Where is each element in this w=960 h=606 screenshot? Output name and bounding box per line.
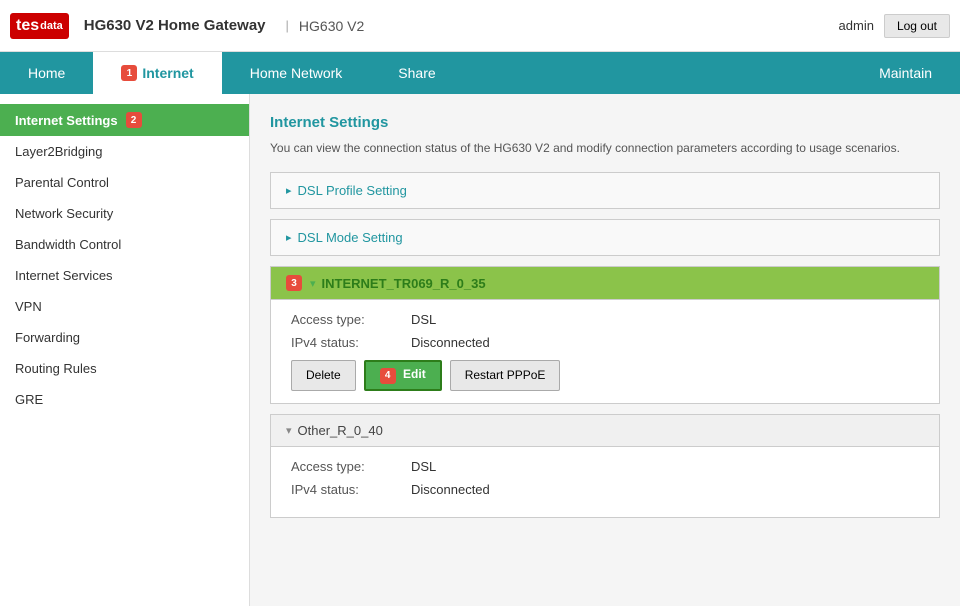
connection-tr069-header[interactable]: 3 ▾ INTERNET_TR069_R_0_35	[271, 267, 939, 300]
connection-block-tr069: 3 ▾ INTERNET_TR069_R_0_35 Access type: D…	[270, 266, 940, 404]
sidebar-item-routing-rules[interactable]: Routing Rules	[0, 353, 249, 384]
sidebar-network-security-label: Network Security	[15, 206, 113, 221]
tr069-button-row: Delete 4 Edit Restart PPPoE	[291, 360, 919, 391]
header-separator: |	[286, 18, 289, 33]
sidebar-item-network-security[interactable]: Network Security	[0, 198, 249, 229]
tr069-access-type-value: DSL	[411, 312, 436, 327]
edit-button[interactable]: 4 Edit	[364, 360, 442, 391]
tr069-ipv4-status-label: IPv4 status:	[291, 335, 411, 350]
other-access-type-value: DSL	[411, 459, 436, 474]
sidebar-bandwidth-control-label: Bandwidth Control	[15, 237, 121, 252]
sidebar-routing-rules-label: Routing Rules	[15, 361, 97, 376]
nav-item-share[interactable]: Share	[370, 52, 463, 94]
header-subtitle: HG630 V2	[299, 18, 364, 34]
tr069-access-type-label: Access type:	[291, 312, 411, 327]
nav-maintain-label: Maintain	[879, 65, 932, 81]
nav-internet-badge: 1	[121, 65, 137, 81]
sidebar-item-internet-services[interactable]: Internet Services	[0, 260, 249, 291]
sidebar-item-layer2bridging[interactable]: Layer2Bridging	[0, 136, 249, 167]
accordion-dsl-mode-arrow: ▸	[286, 231, 292, 244]
connection-tr069-name: INTERNET_TR069_R_0_35	[322, 276, 486, 291]
accordion-dsl-profile-header[interactable]: ▸ DSL Profile Setting	[271, 173, 939, 208]
logo-tec-text: tes	[16, 17, 39, 35]
admin-label: admin	[839, 18, 874, 33]
nav-item-home-network[interactable]: Home Network	[222, 52, 371, 94]
sidebar-layer2bridging-label: Layer2Bridging	[15, 144, 102, 159]
sidebar: Internet Settings 2 Layer2Bridging Paren…	[0, 94, 250, 606]
section-desc: You can view the connection status of th…	[270, 139, 940, 157]
sidebar-internet-settings-label: Internet Settings	[15, 113, 118, 128]
sidebar-internet-settings-badge: 2	[126, 112, 142, 128]
connection-other-header[interactable]: ▾ Other_R_0_40	[271, 415, 939, 447]
edit-badge: 4	[380, 368, 396, 384]
connection-tr069-body: Access type: DSL IPv4 status: Disconnect…	[271, 300, 939, 403]
connection-other-arrow: ▾	[286, 424, 292, 437]
connection-other-name: Other_R_0_40	[298, 423, 383, 438]
header-right: admin Log out	[839, 14, 950, 38]
layout: Internet Settings 2 Layer2Bridging Paren…	[0, 94, 960, 606]
other-ipv4-status-row: IPv4 status: Disconnected	[291, 482, 919, 497]
other-access-type-label: Access type:	[291, 459, 411, 474]
section-title: Internet Settings	[270, 114, 940, 131]
accordion-dsl-mode-label: DSL Mode Setting	[298, 230, 403, 245]
nav-item-internet[interactable]: 1 Internet	[93, 52, 221, 94]
nav-item-maintain[interactable]: Maintain	[851, 52, 960, 94]
other-access-type-row: Access type: DSL	[291, 459, 919, 474]
logo-box: tes data	[10, 13, 69, 39]
logout-button[interactable]: Log out	[884, 14, 950, 38]
header-title: HG630 V2 Home Gateway	[84, 17, 266, 34]
logo-data-text: data	[40, 20, 63, 32]
sidebar-item-parental-control[interactable]: Parental Control	[0, 167, 249, 198]
sidebar-item-bandwidth-control[interactable]: Bandwidth Control	[0, 229, 249, 260]
connection-block-other: ▾ Other_R_0_40 Access type: DSL IPv4 sta…	[270, 414, 940, 518]
main-nav: Home 1 Internet Home Network Share Maint…	[0, 52, 960, 94]
tr069-ipv4-status-value: Disconnected	[411, 335, 490, 350]
nav-share-label: Share	[398, 65, 435, 81]
sidebar-vpn-label: VPN	[15, 299, 42, 314]
sidebar-internet-services-label: Internet Services	[15, 268, 113, 283]
restart-pppoe-button[interactable]: Restart PPPoE	[450, 360, 561, 391]
other-ipv4-status-value: Disconnected	[411, 482, 490, 497]
nav-home-network-label: Home Network	[250, 65, 343, 81]
accordion-dsl-mode[interactable]: ▸ DSL Mode Setting	[270, 219, 940, 256]
header: tes data HG630 V2 Home Gateway | HG630 V…	[0, 0, 960, 52]
sidebar-item-internet-settings[interactable]: Internet Settings 2	[0, 104, 249, 136]
connection-tr069-badge: 3	[286, 275, 302, 291]
logo: tes data	[10, 13, 69, 39]
tr069-ipv4-status-row: IPv4 status: Disconnected	[291, 335, 919, 350]
connection-other-body: Access type: DSL IPv4 status: Disconnect…	[271, 447, 939, 517]
nav-internet-label: Internet	[142, 65, 193, 81]
nav-item-home[interactable]: Home	[0, 52, 93, 94]
delete-button[interactable]: Delete	[291, 360, 356, 391]
accordion-dsl-profile-arrow: ▸	[286, 184, 292, 197]
other-ipv4-status-label: IPv4 status:	[291, 482, 411, 497]
sidebar-gre-label: GRE	[15, 392, 43, 407]
main-content: Internet Settings You can view the conne…	[250, 94, 960, 606]
tr069-access-type-row: Access type: DSL	[291, 312, 919, 327]
sidebar-item-vpn[interactable]: VPN	[0, 291, 249, 322]
accordion-dsl-profile-label: DSL Profile Setting	[298, 183, 407, 198]
sidebar-parental-control-label: Parental Control	[15, 175, 109, 190]
sidebar-item-gre[interactable]: GRE	[0, 384, 249, 415]
nav-home-label: Home	[28, 65, 65, 81]
accordion-dsl-profile[interactable]: ▸ DSL Profile Setting	[270, 172, 940, 209]
connection-tr069-arrow: ▾	[310, 277, 316, 290]
sidebar-forwarding-label: Forwarding	[15, 330, 80, 345]
accordion-dsl-mode-header[interactable]: ▸ DSL Mode Setting	[271, 220, 939, 255]
sidebar-item-forwarding[interactable]: Forwarding	[0, 322, 249, 353]
